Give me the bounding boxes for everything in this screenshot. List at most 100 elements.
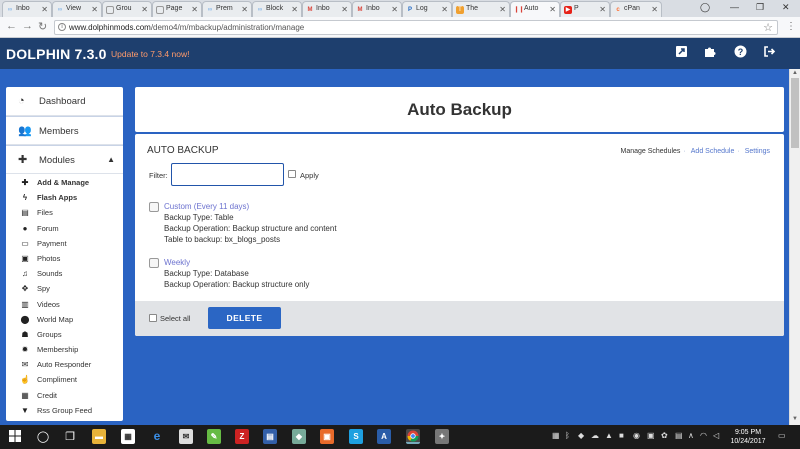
close-icon[interactable]: ✕ [549,5,556,14]
tray-icon[interactable]: ◉ [633,431,640,440]
scroll-thumb[interactable] [791,78,799,148]
bluetooth-icon[interactable]: ᛒ [565,431,570,440]
app-icon[interactable]: ▣ [320,429,334,444]
close-icon[interactable]: ✕ [391,5,398,14]
sidebar-item-photos[interactable]: ▣ Photos [6,252,123,267]
close-icon[interactable]: ✕ [91,5,98,14]
schedule-checkbox[interactable] [149,202,159,212]
sidebar-item-sounds[interactable]: ♫ Sounds [6,267,123,282]
sidebar-item-members[interactable]: 👥 Members [6,116,123,145]
sidebar-item-rss-group-feed[interactable]: ▼ Rss Group Feed [6,404,123,419]
apply-checkbox[interactable] [288,170,296,178]
external-link-icon[interactable] [674,45,688,59]
sidebar-item-add-manage[interactable]: ✚ Add & Manage [6,176,123,191]
schedule-name-link[interactable]: Custom (Every 11 days) [164,202,249,211]
close-icon[interactable]: ✕ [441,5,448,14]
browser-tab-active[interactable]: ❙❙ Auto ✕ [510,1,560,17]
scroll-up-icon[interactable]: ▲ [792,70,798,76]
sidebar-item-forum[interactable]: ● Forum [6,222,123,237]
browser-tab[interactable]: Grou ✕ [102,1,152,17]
task-view-icon[interactable]: ❐ [63,430,77,444]
windows-start-icon[interactable] [8,430,22,444]
back-icon[interactable]: ← [6,20,17,32]
close-icon[interactable]: ✕ [191,5,198,14]
scroll-down-icon[interactable]: ▼ [792,416,798,422]
browser-tab[interactable]: M Inbo ✕ [302,1,352,17]
info-icon[interactable]: i [58,23,66,31]
delete-button[interactable]: DELETE [208,307,281,329]
close-icon[interactable]: ✕ [599,5,606,14]
forward-icon[interactable]: → [22,20,33,32]
schedule-name-link[interactable]: Weekly [164,258,190,267]
close-icon[interactable]: ✕ [41,5,48,14]
browser-tab[interactable]: ∞ Inbo ✕ [2,1,52,17]
tray-icon[interactable]: ▣ [647,431,655,440]
close-icon[interactable]: ✕ [141,5,148,14]
url-input[interactable]: i www.dolphinmods.com/demo4/m/mbackup/ad… [54,20,778,35]
browser-tab[interactable]: M Inbo ✕ [352,1,402,17]
sidebar-item-flash-apps[interactable]: ϟ Flash Apps [6,191,123,206]
edge-icon[interactable]: e [150,429,164,444]
add-schedule-link[interactable]: Add Schedule [691,148,735,155]
sidebar-item-files[interactable]: ▤ Files [6,206,123,221]
app-icon[interactable]: A [377,429,391,444]
browser-tab[interactable]: Page ✕ [152,1,202,17]
close-icon[interactable]: ✕ [499,5,506,14]
paint-icon[interactable]: ✎ [207,429,221,444]
filezilla-icon[interactable]: Z [235,429,249,444]
sidebar-item-dashboard[interactable]: ◔ Dashboard [6,87,123,116]
select-all-checkbox[interactable] [149,314,157,322]
bookmark-star-icon[interactable]: ☆ [763,21,773,34]
search-icon[interactable]: ◯ [36,430,50,444]
tray-icon[interactable]: ✿ [661,431,668,440]
browser-tab[interactable]: c cPan ✕ [610,1,662,17]
close-icon[interactable]: ✕ [651,5,658,14]
sidebar-item-auto-responder[interactable]: ✉ Auto Responder [6,358,123,373]
manage-schedules-link[interactable]: Manage Schedules [620,148,680,155]
sidebar-item-spy[interactable]: ✥ Spy [6,282,123,297]
browser-menu-icon[interactable]: ⋮ [786,21,796,32]
system-clock[interactable]: 9:05 PM 10/24/2017 [728,428,768,446]
schedule-checkbox[interactable] [149,258,159,268]
close-icon[interactable]: ✕ [241,5,248,14]
profile-icon[interactable]: ◯ [700,2,710,13]
minimize-icon[interactable]: — [730,2,739,12]
sidebar-item-videos[interactable]: ▥ Videos [6,298,123,313]
sidebar-item-groups[interactable]: ☗ Groups [6,328,123,343]
app-icon[interactable]: ✦ [435,429,449,444]
app-icon[interactable]: ▤ [263,429,277,444]
browser-tab[interactable]: P Log ✕ [402,1,452,17]
page-scrollbar[interactable]: ▲ ▼ [789,69,800,425]
tray-icon[interactable]: ☁ [591,431,599,440]
sidebar-item-compliment[interactable]: ☝ Compliment [6,373,123,388]
close-icon[interactable]: ✕ [291,5,298,14]
brand-logo[interactable]: DOLPHIN 7.3.0 [6,46,107,62]
settings-link[interactable]: Settings [745,148,770,155]
sidebar-item-world-map[interactable]: ⬤ World Map [6,313,123,328]
notifications-icon[interactable]: ▭ [778,431,786,440]
tray-icon[interactable]: ▲ [605,431,613,440]
help-icon[interactable]: ? [733,45,747,59]
close-icon[interactable]: ✕ [341,5,348,14]
app-icon[interactable]: ◆ [292,429,306,444]
tray-icon[interactable]: ▤ [675,431,683,440]
skype-icon[interactable]: S [349,429,363,444]
reload-icon[interactable]: ↻ [38,20,47,33]
sidebar-item-modules[interactable]: ✚ Modules ▲ [6,145,123,174]
sidebar-item-credit[interactable]: ▦ Credit [6,389,123,404]
browser-tab[interactable]: ▶ P ✕ [560,1,610,17]
file-explorer-icon[interactable]: ▬ [92,429,106,444]
browser-tab[interactable]: ∞ View ✕ [52,1,102,17]
tray-icon[interactable]: ■ [619,431,624,440]
chrome-icon[interactable] [406,429,420,444]
logout-icon[interactable] [762,45,776,59]
puzzle-icon[interactable] [703,45,717,59]
show-hidden-icons-icon[interactable]: ∧ [688,431,694,440]
mail-icon[interactable]: ✉ [179,429,193,444]
sidebar-item-payment[interactable]: ▭ Payment [6,237,123,252]
update-link[interactable]: Update to 7.3.4 now! [111,49,189,59]
volume-icon[interactable]: ◁ [713,431,719,440]
browser-tab[interactable]: ∞ Prem ✕ [202,1,252,17]
sidebar-item-membership[interactable]: ✹ Membership [6,343,123,358]
network-icon[interactable]: ▦ [552,431,560,440]
